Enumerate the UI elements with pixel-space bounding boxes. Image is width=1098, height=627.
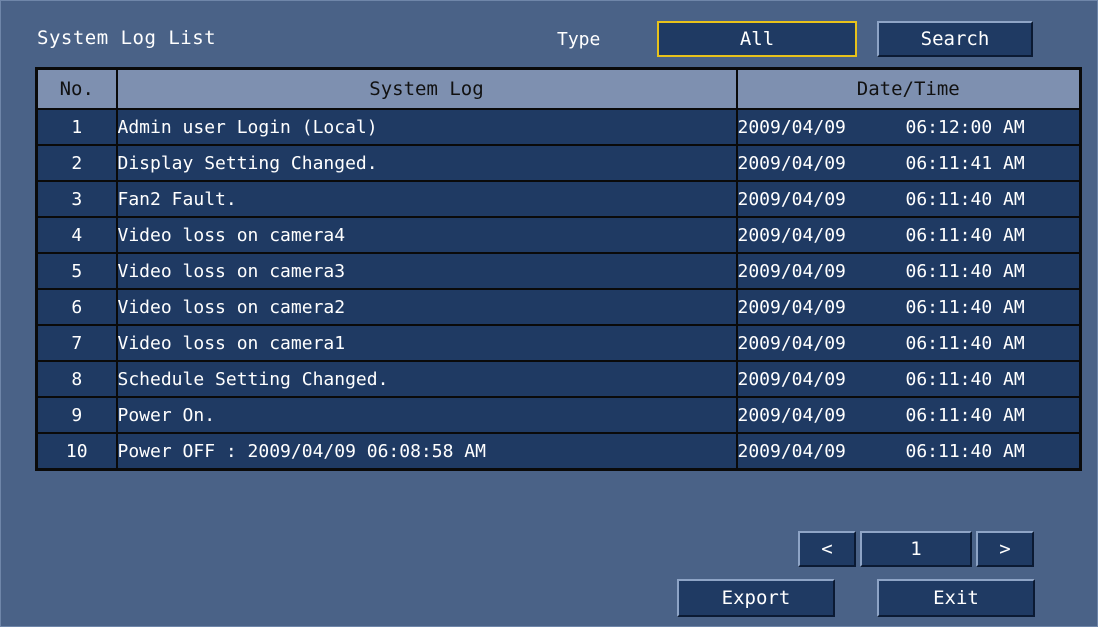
row-date: 2009/04/09 [737, 188, 846, 210]
row-date-time: 2009/04/09 06:11:40 AM [735, 288, 1082, 326]
log-table-body: 1 Admin user Login (Local) 2009/04/09 06:12… [35, 108, 1082, 471]
table-row[interactable]: 6 Video loss on camera2 2009/04/09 06:11:40… [35, 288, 1082, 326]
table-row[interactable]: 5 Video loss on camera3 2009/04/09 06:11:40… [35, 252, 1082, 290]
row-time: 06:11:40 AM [905, 332, 1025, 354]
page-title: System Log List [37, 27, 217, 49]
table-row[interactable]: 1 Admin user Login (Local) 2009/04/09 06:12… [35, 108, 1082, 146]
row-date: 2009/04/09 [737, 116, 846, 138]
prev-page-button[interactable]: < [798, 531, 856, 567]
row-number: 1 [35, 108, 118, 146]
search-button[interactable]: Search [877, 21, 1033, 57]
row-number: 9 [35, 396, 118, 434]
row-number: 10 [35, 432, 118, 471]
row-date-time: 2009/04/09 06:12:00 AM [735, 108, 1082, 146]
row-date-time: 2009/04/09 06:11:40 AM [735, 396, 1082, 434]
row-date-time: 2009/04/09 06:11:40 AM [735, 360, 1082, 398]
table-row[interactable]: 3 Fan2 Fault. 2009/04/09 06:11:40 AM [35, 180, 1082, 218]
row-date: 2009/04/09 [737, 332, 846, 354]
row-date-time: 2009/04/09 06:11:40 AM [735, 252, 1082, 290]
row-date-time: 2009/04/09 06:11:40 AM [735, 216, 1082, 254]
row-date-time: 2009/04/09 06:11:41 AM [735, 144, 1082, 182]
row-log-message: Video loss on camera1 [115, 324, 738, 362]
row-date: 2009/04/09 [737, 152, 846, 174]
page-number: 1 [860, 531, 972, 567]
row-time: 06:11:40 AM [905, 188, 1025, 210]
row-time: 06:11:40 AM [905, 440, 1025, 462]
table-row[interactable]: 8 Schedule Setting Changed. 2009/04/09 06:1… [35, 360, 1082, 398]
row-log-message: Video loss on camera4 [115, 216, 738, 254]
exit-button[interactable]: Exit [877, 579, 1035, 617]
row-date: 2009/04/09 [737, 404, 846, 426]
row-date-time: 2009/04/09 06:11:40 AM [735, 180, 1082, 218]
row-date: 2009/04/09 [737, 260, 846, 282]
row-date: 2009/04/09 [737, 296, 846, 318]
row-number: 4 [35, 216, 118, 254]
column-header-date-time: Date/Time [735, 67, 1082, 110]
next-page-button[interactable]: > [976, 531, 1034, 567]
row-time: 06:11:40 AM [905, 260, 1025, 282]
row-number: 2 [35, 144, 118, 182]
row-log-message: Video loss on camera3 [115, 252, 738, 290]
table-row[interactable]: 7 Video loss on camera1 2009/04/09 06:11:40… [35, 324, 1082, 362]
table-header-row: No. System Log Date/Time [35, 67, 1082, 110]
row-number: 8 [35, 360, 118, 398]
row-number: 5 [35, 252, 118, 290]
row-log-message: Admin user Login (Local) [115, 108, 738, 146]
row-number: 7 [35, 324, 118, 362]
row-time: 06:11:41 AM [905, 152, 1025, 174]
table-row[interactable]: 9 Power On. 2009/04/09 06:11:40 AM [35, 396, 1082, 434]
table-row[interactable]: 4 Video loss on camera4 2009/04/09 06:11:40… [35, 216, 1082, 254]
row-time: 06:11:40 AM [905, 224, 1025, 246]
row-date-time: 2009/04/09 06:11:40 AM [735, 432, 1082, 471]
system-log-table: No. System Log Date/Time 1 Admin user Log… [35, 67, 1082, 471]
column-header-system-log: System Log [115, 67, 738, 110]
table-row[interactable]: 2 Display Setting Changed. 2009/04/09 06:11… [35, 144, 1082, 182]
row-log-message: Power OFF : 2009/04/09 06:08:58 AM [115, 432, 738, 471]
row-date: 2009/04/09 [737, 440, 846, 462]
row-date-time: 2009/04/09 06:11:40 AM [735, 324, 1082, 362]
row-time: 06:11:40 AM [905, 296, 1025, 318]
row-number: 6 [35, 288, 118, 326]
export-button[interactable]: Export [677, 579, 835, 617]
row-number: 3 [35, 180, 118, 218]
row-log-message: Fan2 Fault. [115, 180, 738, 218]
row-date: 2009/04/09 [737, 368, 846, 390]
row-date: 2009/04/09 [737, 224, 846, 246]
row-time: 06:11:40 AM [905, 404, 1025, 426]
row-log-message: Power On. [115, 396, 738, 434]
row-log-message: Schedule Setting Changed. [115, 360, 738, 398]
row-log-message: Display Setting Changed. [115, 144, 738, 182]
system-log-window: System Log List Type All Search No. Syst… [0, 0, 1098, 627]
row-log-message: Video loss on camera2 [115, 288, 738, 326]
column-header-no: No. [35, 67, 118, 110]
row-time: 06:12:00 AM [905, 116, 1025, 138]
table-row[interactable]: 10 Power OFF : 2009/04/09 06:08:58 AM 2009… [35, 432, 1082, 471]
row-time: 06:11:40 AM [905, 368, 1025, 390]
type-label: Type [557, 29, 601, 50]
type-select[interactable]: All [657, 21, 857, 57]
